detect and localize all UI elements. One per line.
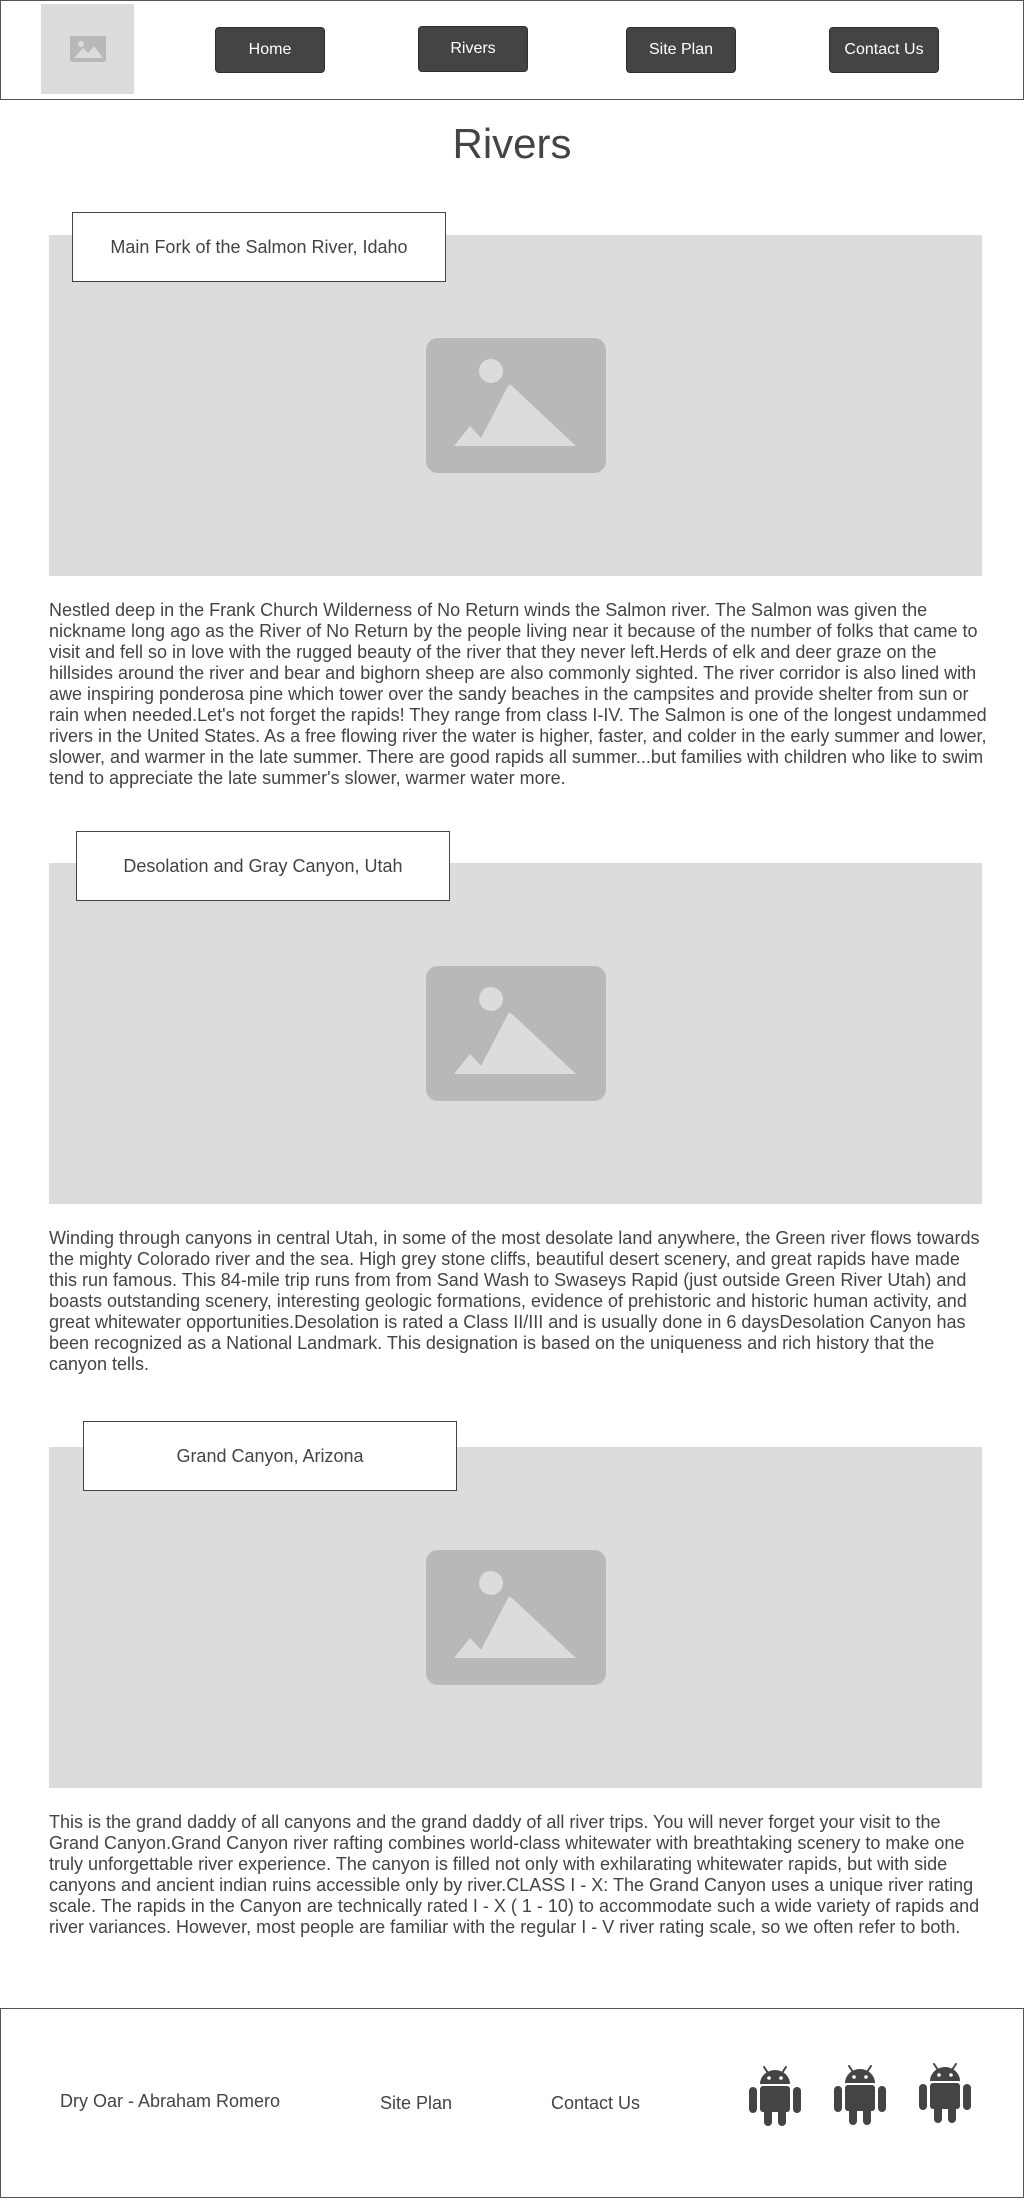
logo-placeholder[interactable] (41, 4, 134, 94)
river-caption: Main Fork of the Salmon River, Idaho (72, 212, 446, 282)
image-icon (69, 36, 106, 62)
river-image-salmon (49, 235, 982, 576)
river-caption: Grand Canyon, Arizona (83, 1421, 457, 1491)
river-description: Nestled deep in the Frank Church Wildern… (49, 600, 987, 788)
site-header: Home Rivers Site Plan Contact Us (0, 0, 1024, 100)
river-image-desolation (49, 863, 982, 1204)
android-icon[interactable] (747, 2062, 803, 2128)
river-image-grand-canyon (49, 1447, 982, 1788)
nav-rivers-button[interactable]: Rivers (418, 26, 528, 72)
image-icon (426, 966, 606, 1101)
site-footer: Dry Oar - Abraham Romero Site Plan Conta… (0, 2008, 1024, 2198)
river-caption: Desolation and Gray Canyon, Utah (76, 831, 450, 901)
river-description: Winding through canyons in central Utah,… (49, 1228, 980, 1374)
footer-contact-link[interactable]: Contact Us (551, 2093, 640, 2114)
footer-site-plan-link[interactable]: Site Plan (380, 2093, 452, 2114)
footer-credit: Dry Oar - Abraham Romero (60, 2091, 281, 2111)
page-title: Rivers (452, 120, 572, 167)
android-icon[interactable] (917, 2059, 973, 2125)
nav-contact-button[interactable]: Contact Us (829, 27, 939, 73)
android-icon[interactable] (832, 2061, 888, 2127)
image-icon (426, 338, 606, 473)
nav-site-plan-button[interactable]: Site Plan (626, 27, 736, 73)
river-description: This is the grand daddy of all canyons a… (49, 1812, 980, 1937)
image-icon (426, 1550, 606, 1685)
nav-home-button[interactable]: Home (215, 27, 325, 73)
